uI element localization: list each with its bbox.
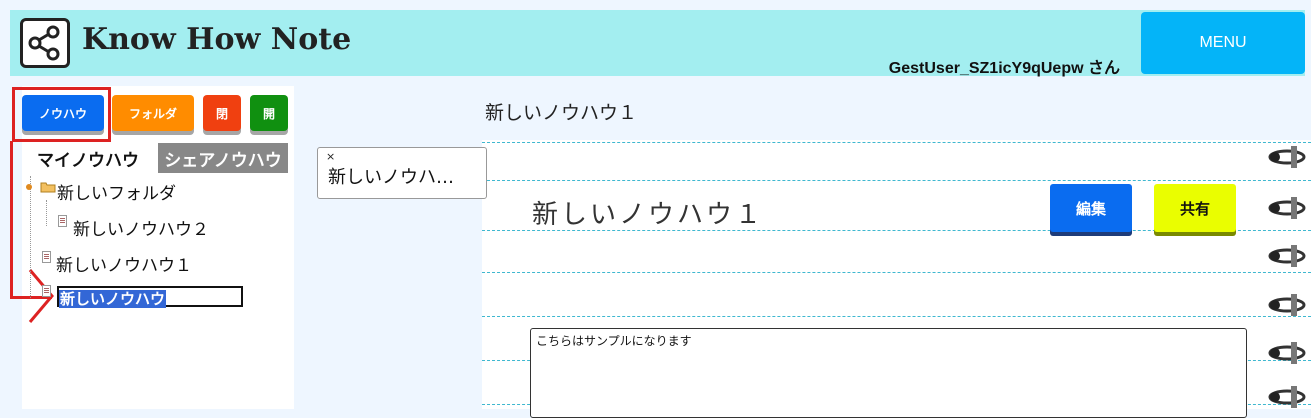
page-title: 新しいノウハウ１ (485, 102, 638, 124)
spiral-ring-icon (1268, 342, 1306, 364)
annotation-line (10, 141, 13, 299)
document-icon (42, 251, 51, 263)
spiral-ring-icon (1268, 245, 1306, 267)
close-tab-icon[interactable]: × (326, 150, 335, 163)
folder-open-icon (40, 182, 56, 193)
spiral-ring-icon (1268, 386, 1306, 408)
annotation-highlight (12, 87, 111, 142)
tree-item-knowhow-1[interactable]: 新しいノウハウ１ (56, 251, 192, 276)
tree-toggle-icon[interactable] (26, 184, 32, 190)
rule-line (482, 316, 1311, 317)
tab-my-knowhow[interactable]: マイノウハウ (26, 143, 150, 173)
tree-item-knowhow-2[interactable]: 新しいノウハウ２ (73, 215, 209, 240)
tree-connector (46, 200, 47, 226)
tab-shared-knowhow[interactable]: シェアノウハウ (158, 143, 288, 173)
rename-input[interactable]: 新しいノウハウ (57, 286, 243, 308)
add-folder-button[interactable]: フォルダ (112, 95, 194, 131)
note-content[interactable]: こちらはサンプルになります (530, 328, 1247, 418)
user-name: GestUser_SZ1icY9qUepw さん (888, 60, 1120, 77)
note-heading: 新しいノウハウ１ (532, 200, 765, 230)
open-note-tab[interactable]: × 新しいノウハ… (317, 147, 487, 199)
document-icon (42, 285, 51, 297)
rule-line (482, 180, 1311, 181)
tree-connector (30, 176, 31, 298)
app-header: Know How Note GestUser_SZ1icY9qUepw さん M… (10, 10, 1305, 77)
open-note-tab-label: 新しいノウハ… (328, 167, 454, 188)
tree-item-folder[interactable]: 新しいフォルダ (57, 179, 176, 204)
note-paper: 新しいノウハウ１ 編集 共有 こちらはサンプルになります (482, 140, 1311, 418)
rename-selected-text: 新しいノウハウ (59, 290, 167, 308)
rule-line (482, 142, 1311, 143)
app-title: Know How Note (82, 22, 352, 57)
share-network-icon (20, 18, 70, 68)
menu-button[interactable]: MENU (1141, 12, 1305, 74)
document-icon (58, 215, 67, 227)
rule-line (482, 272, 1311, 273)
expand-button[interactable]: 開 (250, 95, 288, 131)
spiral-ring-icon (1268, 146, 1306, 168)
spiral-ring-icon (1268, 197, 1306, 219)
collapse-button[interactable]: 閉 (203, 95, 241, 131)
share-button[interactable]: 共有 (1154, 184, 1236, 232)
edit-button[interactable]: 編集 (1050, 184, 1132, 232)
spiral-ring-icon (1268, 294, 1306, 316)
